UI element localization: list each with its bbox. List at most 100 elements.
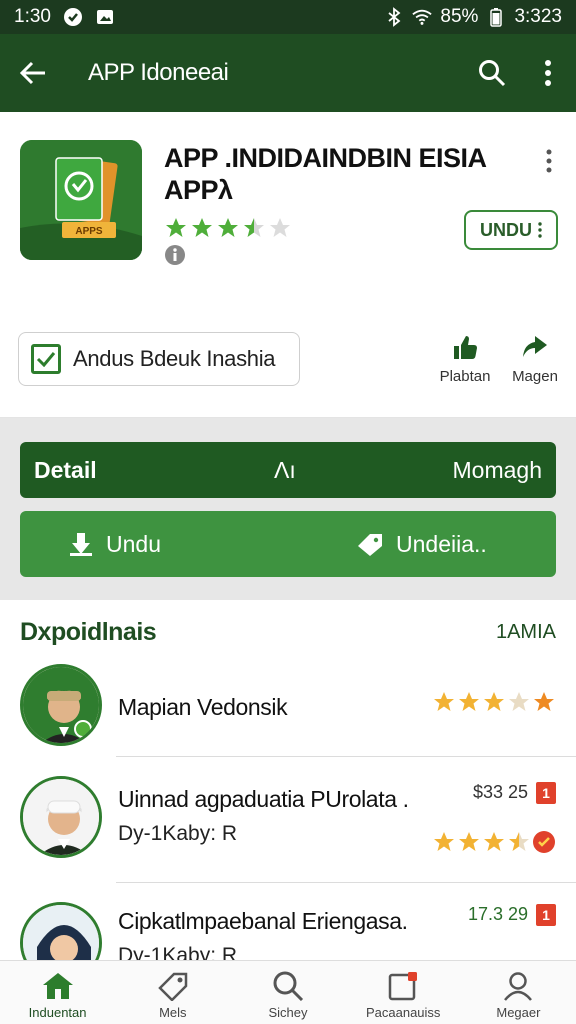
search-icon <box>479 60 506 87</box>
nav-profile-label: Megaer <box>496 1005 541 1020</box>
tag-icon <box>358 534 382 556</box>
star-empty-icon <box>270 218 290 237</box>
app-rating-stars <box>164 216 292 240</box>
notification-icon <box>388 972 418 1001</box>
share-icon <box>523 336 547 357</box>
nav-notifications[interactable]: Pacaanauiss <box>346 961 461 1024</box>
detail-center: Λı <box>274 456 296 483</box>
item-rating <box>432 830 556 854</box>
item-name: Cipkatlmpaebanal Eriengasa. <box>118 908 408 934</box>
list-item[interactable]: Mapian Vedonsik <box>0 662 576 754</box>
thumb-up-icon <box>454 336 477 359</box>
app-name: APP .INDIDAINDBIN EISIA APPλ <box>164 143 486 205</box>
bluetooth-icon <box>384 7 404 27</box>
star-half-icon <box>244 218 264 237</box>
star-full-icon <box>459 832 479 851</box>
app-header-card: APPS APP .INDIDAINDBIN EISIA APPλ UNDU A… <box>0 112 576 418</box>
update-button[interactable]: Undeiia.. <box>356 531 487 558</box>
image-notification-icon <box>95 7 115 27</box>
action-panel: Detail Λı Momagh Undu Undeiia.. <box>0 418 576 600</box>
search-button[interactable] <box>464 34 520 112</box>
back-button[interactable] <box>0 34 66 112</box>
list-item[interactable]: Cipkatlmpaebanal Eriengasa. Dy-1Kaby: R … <box>0 898 576 984</box>
app-notification-icon <box>63 7 83 27</box>
install-button[interactable]: UNDU <box>464 210 558 250</box>
divider <box>116 882 576 883</box>
avatar <box>20 664 102 746</box>
star-full-icon <box>484 832 504 851</box>
nav-profile[interactable]: Megaer <box>461 961 576 1024</box>
item-tag: 1 <box>536 904 556 926</box>
list-item[interactable]: Uinnad agpaduatia PUrolata . Dy-1Kaby: R… <box>0 772 576 872</box>
item-tag: 1 <box>536 782 556 804</box>
avatar <box>20 776 102 858</box>
star-full-icon <box>534 692 554 711</box>
update-label: Undeiia.. <box>396 530 487 557</box>
download-bar: Undu Undeiia.. <box>20 511 556 577</box>
nav-deals-label: Mels <box>159 1005 187 1020</box>
badge-icon <box>533 831 555 853</box>
status-time: 1:30 <box>14 6 51 27</box>
tag-icon <box>158 972 188 1001</box>
overflow-menu-button[interactable] <box>520 34 576 112</box>
profile-icon <box>504 972 533 1001</box>
app-bar-title: APP Idoneeai <box>88 59 229 86</box>
nav-home[interactable]: Induentan <box>0 961 115 1024</box>
battery-icon <box>486 7 506 27</box>
detail-bar[interactable]: Detail Λı Momagh <box>20 442 556 498</box>
star-full-icon <box>218 218 238 237</box>
item-name: Mapian Vedonsik <box>118 694 288 720</box>
app-bar: APP Idoneeai <box>0 34 576 112</box>
star-full-icon <box>459 692 479 711</box>
bottom-navigation: Induentan Mels Sichey Pacaanauiss Megaer <box>0 960 576 1024</box>
item-name: Uinnad agpaduatia PUrolata . <box>118 786 409 812</box>
list-section: Dxpoidlnais 1AMIA Mapian Vedonsik Uinnad… <box>0 600 576 984</box>
badge-text: Andus Bdeuk Inashia <box>73 346 276 371</box>
more-vert-icon <box>538 222 542 238</box>
app-logo: APPS <box>20 140 142 260</box>
nav-deals[interactable]: Mels <box>115 961 230 1024</box>
nav-home-label: Induentan <box>28 1005 87 1020</box>
star-full-icon <box>434 692 454 711</box>
detail-right: Momagh <box>452 456 542 483</box>
more-vert-icon <box>545 60 551 86</box>
download-button[interactable]: Undu <box>68 531 161 558</box>
nav-notifications-label: Pacaanauiss <box>365 1005 441 1020</box>
like-action[interactable]: Plabtan <box>430 332 500 385</box>
home-icon <box>42 973 73 999</box>
wifi-icon <box>412 7 433 27</box>
see-all-link[interactable]: 1AMIA <box>496 621 556 644</box>
item-rating <box>432 690 556 714</box>
share-action[interactable]: Magen <box>500 332 570 385</box>
star-full-icon <box>166 218 186 237</box>
item-price: $33 25 <box>472 782 528 802</box>
star-empty-icon <box>509 692 529 711</box>
app-more-button[interactable] <box>536 146 562 176</box>
list-title: Dxpoidlnais <box>20 618 157 646</box>
share-label: Magen <box>512 368 558 385</box>
divider <box>116 756 576 757</box>
verified-badge[interactable]: Andus Bdeuk Inashia <box>18 332 300 386</box>
install-label: UNDU <box>480 219 532 240</box>
battery-percent: 85% <box>440 6 479 27</box>
arrow-back-icon <box>19 61 45 85</box>
search-icon <box>273 971 304 1001</box>
hand-download-icon <box>70 533 92 556</box>
download-label: Undu <box>106 530 161 557</box>
detail-label: Detail <box>34 456 97 483</box>
star-full-icon <box>484 692 504 711</box>
nav-search-label: Sichey <box>268 1005 308 1020</box>
list-header: Dxpoidlnais 1AMIA <box>20 618 556 647</box>
nav-search[interactable]: Sichey <box>230 961 345 1024</box>
star-half-icon <box>509 832 529 851</box>
star-full-icon <box>434 832 454 851</box>
info-icon <box>165 245 185 265</box>
more-vert-icon <box>546 149 552 173</box>
item-price: 17.3 29 <box>467 904 528 924</box>
status-bar: 1:30 85% 3:323 <box>0 0 576 34</box>
like-label: Plabtan <box>439 368 491 385</box>
status-clock: 3:323 <box>514 6 562 27</box>
checkbox-icon <box>31 344 61 374</box>
svg-text:APPS: APPS <box>75 226 103 237</box>
star-full-icon <box>192 218 212 237</box>
